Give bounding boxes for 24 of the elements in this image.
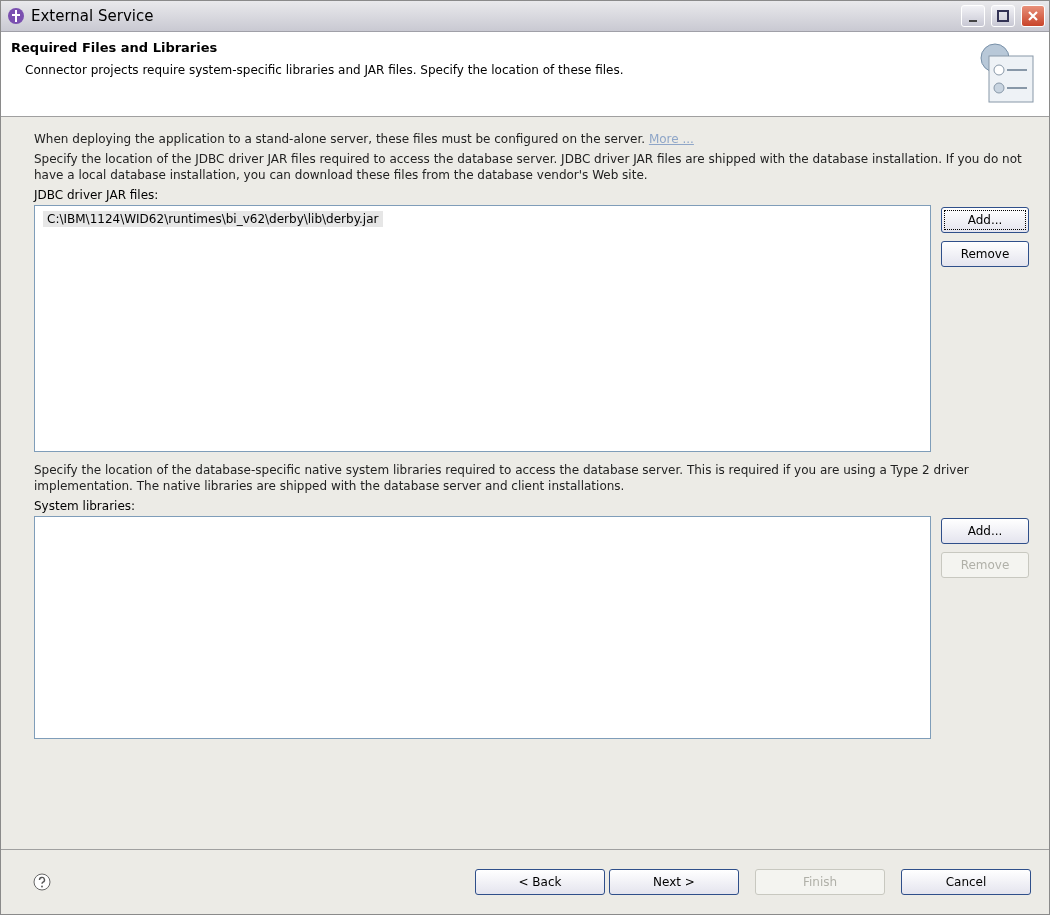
file-list[interactable]: C:\IBM\1124\WID62\runtimes\bi_v62\derby\lib\derby.jar bbox=[34, 205, 931, 452]
list-label: System libraries: bbox=[34, 499, 137, 513]
close-button[interactable] bbox=[1021, 5, 1045, 27]
maximize-icon bbox=[997, 10, 1009, 22]
wizard-button[interactable]: < Back bbox=[475, 869, 605, 895]
maximize-button[interactable] bbox=[991, 5, 1015, 27]
close-icon bbox=[1027, 10, 1039, 22]
add-button[interactable]: Add... bbox=[941, 518, 1029, 544]
help-icon[interactable] bbox=[33, 873, 51, 891]
minimize-icon bbox=[969, 20, 977, 22]
wizard-button[interactable]: Cancel bbox=[901, 869, 1031, 895]
settings-form-icon bbox=[977, 40, 1037, 106]
section-description: Specify the location of the database-specific native system libraries required to access the database server. This is required if you are using a Type 2 driver implementation. The native libraries are shipped with the database server and client installations. bbox=[34, 462, 970, 494]
minimize-button[interactable] bbox=[961, 5, 985, 27]
wizard-button[interactable]: Next > bbox=[609, 869, 739, 895]
remove-button[interactable]: Remove bbox=[941, 241, 1029, 267]
page-description: Connector projects require system-specific libraries and JAR files. Specify the location of these files. bbox=[24, 63, 625, 77]
page-title: Required Files and Libraries bbox=[11, 40, 219, 55]
add-button[interactable]: Add... bbox=[941, 207, 1029, 233]
window-title: External Service bbox=[31, 7, 155, 25]
list-label: JDBC driver JAR files: bbox=[34, 188, 160, 202]
file-list-item[interactable]: C:\IBM\1124\WID62\runtimes\bi_v62\derby\lib\derby.jar bbox=[43, 211, 383, 227]
section-description: Specify the location of the JDBC driver JAR files required to access the database server. JDBC driver JAR files are shipped with the database installation. If you do not have a local database installation, you can download these files from the database vendor's Web site. bbox=[34, 151, 1023, 183]
deployment-note: When deploying the application to a stand-alone server, these files must be configured on the server. More ... bbox=[34, 131, 695, 147]
